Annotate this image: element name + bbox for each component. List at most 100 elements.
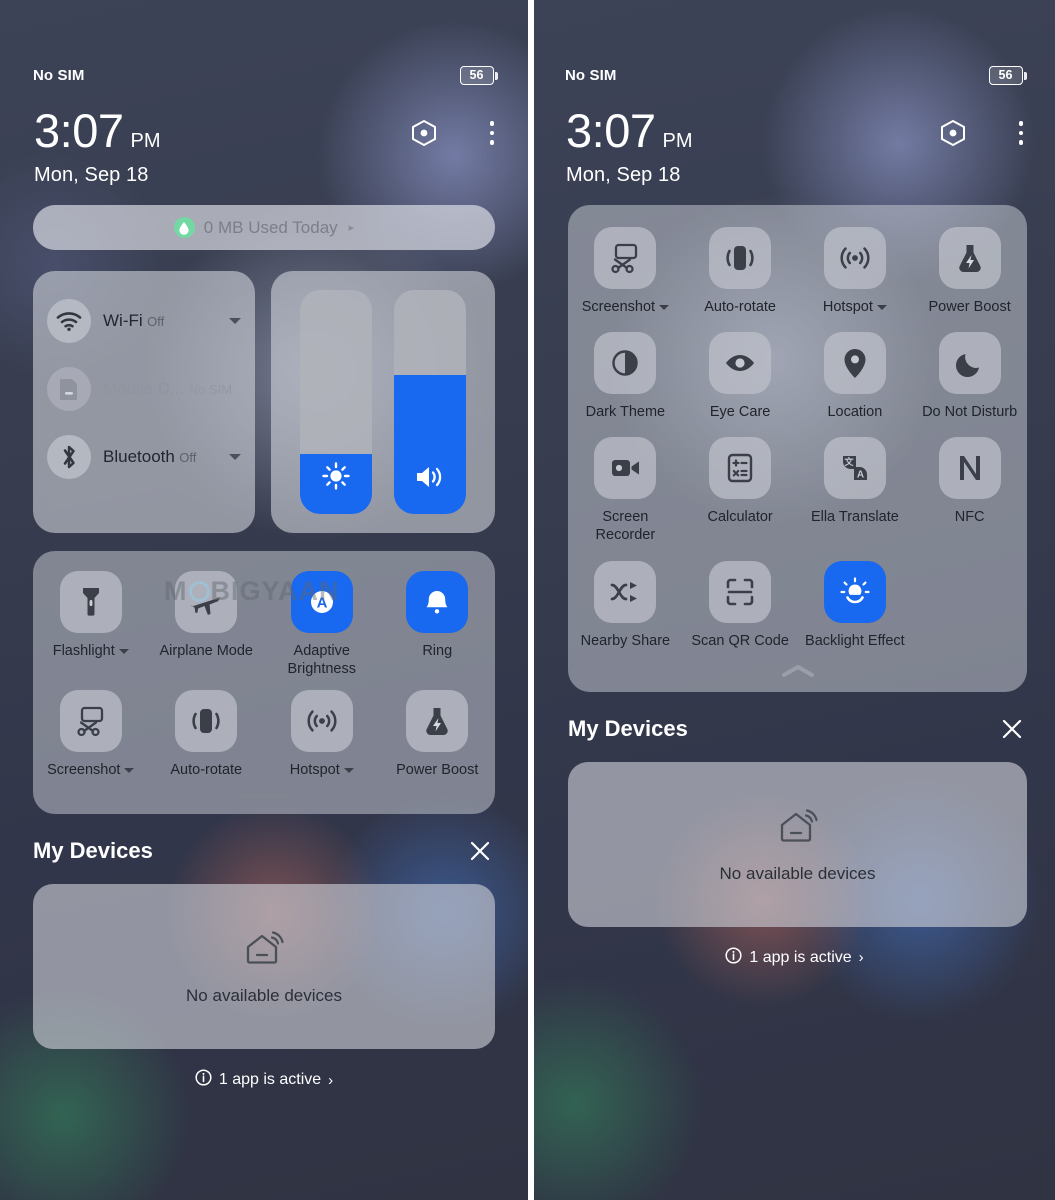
- chevron-down-icon[interactable]: [659, 304, 670, 310]
- chevron-down-icon[interactable]: [124, 767, 135, 773]
- quick-toggle-scan-qr-code[interactable]: Scan QR Code: [683, 560, 798, 650]
- quick-toggle-auto-rotate[interactable]: Auto-rotate: [683, 227, 798, 316]
- chevron-down-icon[interactable]: [343, 767, 354, 773]
- clock-date-right: Mon, Sep 18: [566, 164, 681, 186]
- quick-toggle-screenshot[interactable]: Screenshot: [568, 227, 683, 316]
- smart-home-icon: [776, 805, 820, 850]
- clock-date-left: Mon, Sep 18: [34, 164, 149, 186]
- quick-toggle-auto-rotate[interactable]: Auto-rotate: [149, 690, 265, 779]
- clock-row-right: 3:07 PM Mon, Sep 18: [534, 85, 1055, 187]
- my-devices-header-left: My Devices: [33, 836, 495, 866]
- quick-toggle-label: Adaptive Brightness: [287, 643, 356, 678]
- volume-icon: [414, 463, 446, 496]
- my-devices-title: My Devices: [568, 715, 688, 741]
- location-pin-icon: [823, 332, 886, 395]
- quick-toggle-dark-theme[interactable]: Dark Theme: [568, 332, 683, 421]
- quick-toggle-label: Hotspot: [290, 761, 354, 779]
- quick-toggle-hotspot[interactable]: Hotspot: [798, 227, 913, 316]
- quick-toggle-label: NFC: [954, 509, 985, 526]
- battery-tip-icon: [1024, 71, 1027, 80]
- chevron-down-icon[interactable]: [118, 648, 129, 654]
- chevron-right-icon: ›: [328, 1071, 334, 1089]
- data-drop-icon: [173, 217, 195, 238]
- quick-toggle-screenshot[interactable]: Screenshot: [33, 690, 149, 779]
- battery-level-left: 56: [469, 68, 484, 83]
- connectivity-sub: No SIM: [188, 382, 233, 397]
- quick-toggle-label: Screen Recorder: [595, 509, 656, 544]
- my-devices-empty-card-right[interactable]: No available devices: [568, 761, 1027, 927]
- active-apps-row-right[interactable]: 1 app is active ›: [534, 947, 1055, 969]
- battery-indicator-left: 56: [459, 66, 498, 85]
- status-bar-left: No SIM 56: [0, 0, 528, 85]
- quick-toggle-label: Calculator: [707, 509, 773, 526]
- kebab-menu-icon[interactable]: [1011, 117, 1032, 149]
- collapse-chevron-up-icon[interactable]: [778, 660, 818, 682]
- my-devices-empty-card-left[interactable]: No available devices: [33, 884, 495, 1050]
- quick-toggle-label: Screenshot: [582, 298, 670, 316]
- status-bar-right: No SIM 56: [534, 0, 1055, 85]
- chevron-down-icon[interactable]: [876, 304, 887, 310]
- quick-toggle-label: Location: [827, 404, 883, 421]
- hexagon-gear-icon[interactable]: [937, 117, 969, 149]
- expand-drag-handle[interactable]: [235, 793, 293, 799]
- close-icon[interactable]: [465, 836, 495, 866]
- quick-toggles-card-expanded: Screenshot Auto-rotate Hotspot Power Boost D…: [568, 205, 1027, 692]
- video-camera-icon: [594, 437, 657, 500]
- quick-toggle-backlight-effect[interactable]: Backlight Effect: [798, 560, 913, 650]
- hexagon-gear-icon[interactable]: [408, 117, 440, 149]
- quick-toggle-calculator[interactable]: Calculator: [683, 437, 798, 544]
- qr-scan-icon: [709, 560, 772, 623]
- connectivity-title: Mobile D...: [103, 379, 185, 398]
- quick-toggle-power-boost[interactable]: Power Boost: [912, 227, 1027, 316]
- quick-toggle-flashlight[interactable]: Flashlight: [33, 571, 149, 678]
- brightness-icon: [321, 461, 351, 496]
- quick-toggle-ring[interactable]: Ring: [380, 571, 496, 678]
- connectivity-item-wifi[interactable]: Wi-Fi Off: [33, 287, 255, 355]
- connectivity-card: Wi-Fi Off Mobile D... No SIM Bluetooth O…: [33, 271, 255, 533]
- chevron-down-icon[interactable]: [229, 454, 241, 460]
- quick-toggle-eye-care[interactable]: Eye Care: [683, 332, 798, 421]
- wifi-icon: [47, 299, 91, 343]
- bluetooth-icon: [47, 435, 91, 479]
- quick-toggle-hotspot[interactable]: Hotspot: [264, 690, 380, 779]
- active-apps-row-left[interactable]: 1 app is active ›: [0, 1069, 528, 1091]
- quick-toggle-nfc[interactable]: NFC: [912, 437, 1027, 544]
- flashlight-icon: [59, 571, 122, 633]
- quick-toggle-label: Power Boost: [396, 762, 479, 779]
- kebab-menu-icon[interactable]: [482, 117, 503, 149]
- eye-icon: [709, 332, 772, 395]
- bell-icon: [406, 571, 469, 633]
- quick-toggle-power-boost[interactable]: Power Boost: [380, 690, 496, 779]
- quick-toggle-adaptive-brightness[interactable]: A Adaptive Brightness: [264, 571, 380, 678]
- quick-toggle-ella-translate[interactable]: 文 A Ella Translate: [798, 437, 913, 544]
- auto-rotate-icon: [175, 690, 238, 753]
- data-usage-pill[interactable]: 0 MB Used Today ▸: [33, 205, 495, 250]
- clock-row-left: 3:07 PM Mon, Sep 18: [0, 85, 528, 187]
- connectivity-title: Bluetooth: [103, 447, 175, 466]
- my-devices-header-right: My Devices: [568, 714, 1027, 744]
- quick-toggle-location[interactable]: Location: [798, 332, 913, 421]
- svg-text:A: A: [316, 595, 327, 612]
- volume-slider[interactable]: [394, 290, 466, 514]
- hotspot-icon: [290, 690, 353, 753]
- chevron-down-icon[interactable]: [229, 318, 241, 324]
- connectivity-item-bluetooth[interactable]: Bluetooth Off: [33, 423, 255, 491]
- close-icon[interactable]: [997, 714, 1027, 744]
- connectivity-sub: Off: [147, 314, 165, 329]
- quick-toggle-nearby-share[interactable]: Nearby Share: [568, 560, 683, 650]
- right-phone-panel: No SIM 56 3:07 PM Mon, Sep 18 Screenshot…: [534, 0, 1055, 1200]
- quick-toggle-label: Hotspot: [823, 298, 887, 316]
- sim-status-left: No SIM: [33, 67, 85, 84]
- quick-toggle-screen-recorder[interactable]: Screen Recorder: [568, 437, 683, 544]
- brightness-slider[interactable]: [300, 290, 372, 514]
- adaptive-brightness-icon: A: [290, 571, 353, 633]
- battery-indicator-right: 56: [988, 66, 1027, 85]
- connectivity-item-mobile-data[interactable]: Mobile D... No SIM: [33, 355, 255, 423]
- battery-tip-icon: [495, 71, 498, 80]
- my-devices-title: My Devices: [33, 838, 153, 864]
- quick-toggle-do-not-disturb[interactable]: Do Not Disturb: [912, 332, 1027, 421]
- connectivity-sub: Off: [179, 450, 197, 465]
- connectivity-title: Wi-Fi: [103, 311, 143, 330]
- hotspot-icon: [823, 227, 886, 289]
- quick-toggle-airplane-mode[interactable]: Airplane Mode: [149, 571, 265, 678]
